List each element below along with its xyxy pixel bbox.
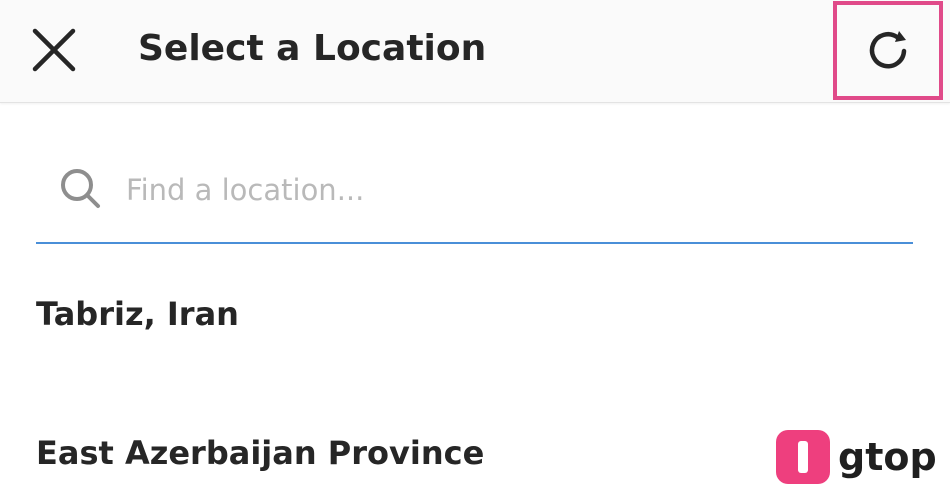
watermark-mark-icon <box>776 430 830 484</box>
location-result-item[interactable]: Tabriz, Iran <box>36 293 239 335</box>
refresh-button[interactable] <box>833 1 943 100</box>
watermark-logo: gtop <box>776 427 937 487</box>
search-icon <box>61 169 100 208</box>
refresh-icon <box>869 30 907 68</box>
watermark-text: gtop <box>838 435 937 479</box>
location-picker-screen: Select a Location Tabriz, Iran East Azer… <box>0 0 950 500</box>
top-bar: Select a Location <box>0 0 950 103</box>
location-result-item[interactable]: East Azerbaijan Province <box>36 432 484 474</box>
close-icon <box>32 28 76 72</box>
search-bar <box>36 152 913 244</box>
page-title: Select a Location <box>138 28 487 69</box>
search-input[interactable] <box>126 164 886 216</box>
close-button[interactable] <box>26 22 82 78</box>
